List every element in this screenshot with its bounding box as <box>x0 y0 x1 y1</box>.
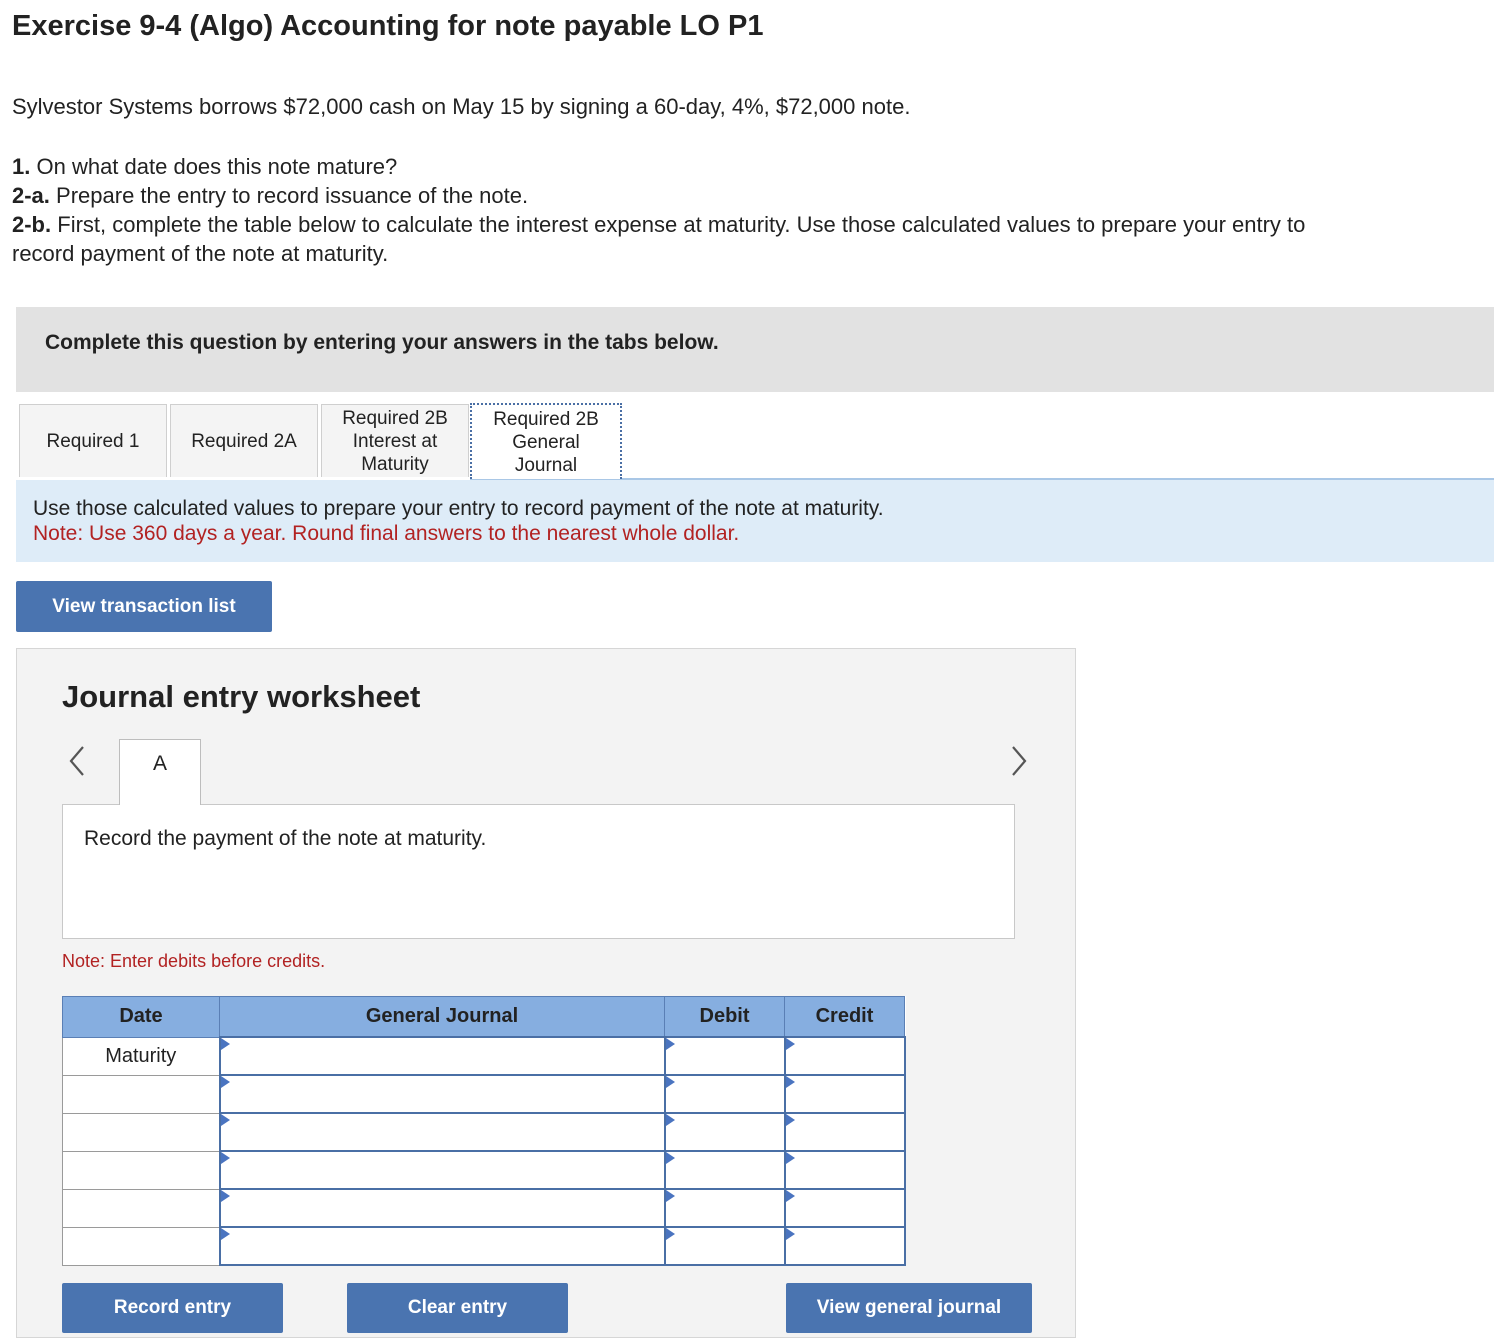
credit-input[interactable] <box>783 1188 906 1228</box>
dropdown-marker-icon <box>665 1190 675 1202</box>
view-general-journal-button[interactable]: View general journal <box>786 1283 1032 1333</box>
table-row <box>62 1150 906 1190</box>
tab-label: Required 2A <box>191 430 297 452</box>
journal-worksheet: Journal entry worksheet A Record the pay… <box>16 648 1076 1338</box>
entry-tab-a[interactable]: A <box>119 739 201 805</box>
credit-input[interactable] <box>783 1036 906 1076</box>
tab-label: Required 2B General Journal <box>493 408 599 476</box>
column-header-date: Date <box>62 996 220 1038</box>
dropdown-marker-icon <box>665 1152 675 1164</box>
view-transaction-list-button[interactable]: View transaction list <box>16 581 272 632</box>
debit-input[interactable] <box>663 1226 786 1266</box>
debit-input[interactable] <box>663 1036 786 1076</box>
question-2b-continued: record payment of the note at maturity. <box>12 241 389 266</box>
tab-label: Required 2B Interest at Maturity <box>342 407 448 475</box>
account-input[interactable] <box>218 1150 666 1190</box>
prev-entry-icon[interactable] <box>65 741 93 781</box>
dropdown-marker-icon <box>220 1114 230 1126</box>
next-entry-icon[interactable] <box>1005 741 1033 781</box>
dropdown-marker-icon <box>785 1114 795 1126</box>
tab-required-1[interactable]: Required 1 <box>19 404 167 477</box>
instruction-band: Complete this question by entering your … <box>16 307 1494 392</box>
dropdown-marker-icon <box>665 1076 675 1088</box>
date-cell <box>62 1150 220 1190</box>
table-row <box>62 1188 906 1228</box>
dropdown-marker-icon <box>220 1038 230 1050</box>
page-title: Exercise 9-4 (Algo) Accounting for note … <box>12 10 764 42</box>
dropdown-marker-icon <box>785 1190 795 1202</box>
column-header-credit: Credit <box>784 996 905 1038</box>
question-2b: 2-b. First, complete the table below to … <box>12 212 1306 237</box>
account-input[interactable] <box>218 1112 666 1152</box>
date-cell <box>62 1188 220 1228</box>
dropdown-marker-icon <box>785 1076 795 1088</box>
account-input[interactable] <box>218 1036 666 1076</box>
entry-description-box: Record the payment of the note at maturi… <box>62 804 1015 939</box>
account-input[interactable] <box>218 1226 666 1266</box>
debit-input[interactable] <box>663 1150 786 1190</box>
instruction-text: Complete this question by entering your … <box>45 331 719 354</box>
credit-input[interactable] <box>783 1226 906 1266</box>
account-input[interactable] <box>218 1074 666 1114</box>
dropdown-marker-icon <box>220 1076 230 1088</box>
table-row <box>62 1226 906 1266</box>
column-header-general-journal: General Journal <box>219 996 665 1038</box>
tab-required-2a[interactable]: Required 2A <box>170 404 318 477</box>
question-2a: 2-a. Prepare the entry to record issuanc… <box>12 183 529 208</box>
info-band: Use those calculated values to prepare y… <box>16 480 1494 562</box>
dropdown-marker-icon <box>785 1228 795 1240</box>
question-1: 1. On what date does this note mature? <box>12 154 398 179</box>
dropdown-marker-icon <box>220 1190 230 1202</box>
debit-input[interactable] <box>663 1112 786 1152</box>
table-row: Maturity <box>62 1036 906 1076</box>
dropdown-marker-icon <box>785 1152 795 1164</box>
tab-required-2b-journal[interactable]: Required 2B General Journal <box>470 403 622 479</box>
dropdown-marker-icon <box>665 1228 675 1240</box>
entry-tab-label: A <box>152 752 167 775</box>
problem-intro: Sylvestor Systems borrows $72,000 cash o… <box>12 94 911 119</box>
worksheet-title: Journal entry worksheet <box>62 679 421 714</box>
column-header-debit: Debit <box>664 996 785 1038</box>
entry-description: Record the payment of the note at maturi… <box>84 827 487 850</box>
table-row <box>62 1074 906 1114</box>
dropdown-marker-icon <box>665 1038 675 1050</box>
credit-input[interactable] <box>783 1112 906 1152</box>
info-note: Note: Use 360 days a year. Round final a… <box>33 522 740 545</box>
dropdown-marker-icon <box>665 1114 675 1126</box>
date-cell <box>62 1112 220 1152</box>
debit-input[interactable] <box>663 1074 786 1114</box>
dropdown-marker-icon <box>785 1038 795 1050</box>
journal-table: Date General Journal Debit Credit Maturi… <box>62 996 906 1266</box>
clear-entry-button[interactable]: Clear entry <box>347 1283 568 1333</box>
tab-label: Required 1 <box>46 430 140 452</box>
date-cell <box>62 1074 220 1114</box>
debit-input[interactable] <box>663 1188 786 1228</box>
date-cell: Maturity <box>62 1036 220 1076</box>
dropdown-marker-icon <box>220 1152 230 1164</box>
record-entry-button[interactable]: Record entry <box>62 1283 283 1333</box>
tab-required-2b-interest[interactable]: Required 2B Interest at Maturity <box>321 404 469 477</box>
date-cell <box>62 1226 220 1266</box>
credit-input[interactable] <box>783 1074 906 1114</box>
debits-note: Note: Enter debits before credits. <box>62 951 326 971</box>
dropdown-marker-icon <box>220 1228 230 1240</box>
info-instruction: Use those calculated values to prepare y… <box>33 497 884 520</box>
table-row <box>62 1112 906 1152</box>
credit-input[interactable] <box>783 1150 906 1190</box>
account-input[interactable] <box>218 1188 666 1228</box>
